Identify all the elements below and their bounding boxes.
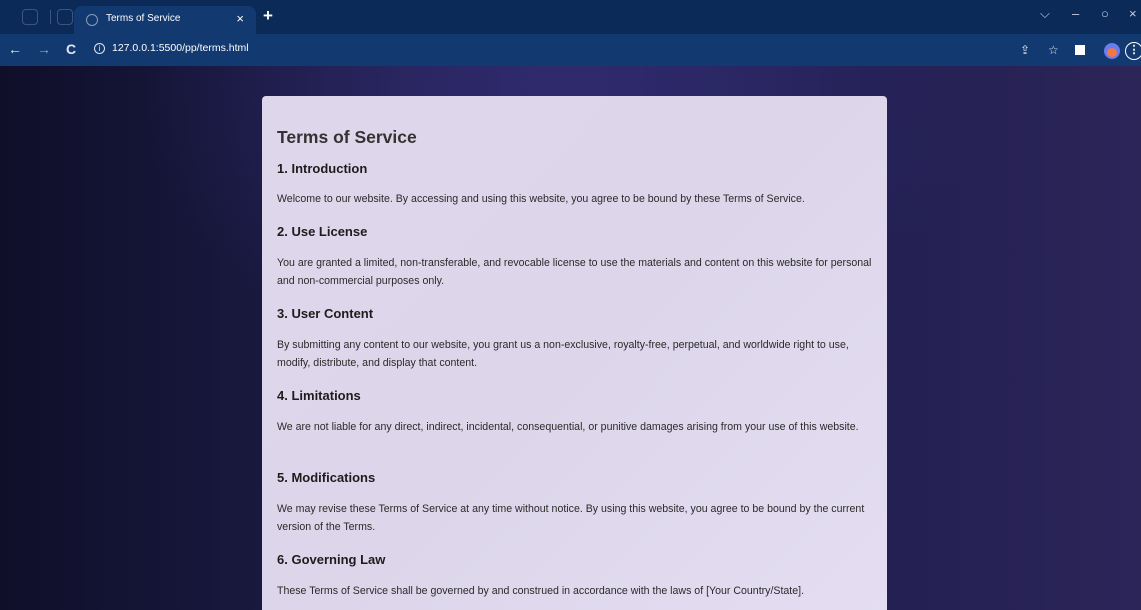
section-body-introduction: Welcome to our website. By accessing and… [277, 193, 805, 205]
section-heading-governing-law: 6. Governing Law [277, 552, 386, 567]
side-panel-icon[interactable] [1075, 45, 1085, 55]
close-window-button[interactable]: × [1129, 6, 1137, 21]
section-body-modifications: We may revise these Terms of Service at … [277, 503, 865, 533]
tab-terms-of-service[interactable]: Terms of Service × [74, 6, 256, 34]
tab-list-dropdown-icon[interactable]: ⌵ [1040, 6, 1050, 22]
terms-card: Terms of Service 1. Introduction Welcome… [262, 96, 887, 610]
section-heading-introduction: 1. Introduction [277, 161, 368, 176]
tab-strip-divider [50, 10, 51, 24]
profile-tab-icon[interactable] [22, 9, 38, 25]
profile-avatar-icon[interactable] [1104, 43, 1120, 59]
section-body-limitations: We are not liable for any direct, indire… [277, 421, 859, 433]
reload-button[interactable]: C [66, 41, 76, 57]
section-heading-use-license: 2. Use License [277, 224, 368, 239]
section-heading-limitations: 4. Limitations [277, 388, 361, 403]
site-info-icon[interactable]: i [94, 43, 105, 54]
new-tab-button[interactable]: + [263, 6, 273, 26]
address-bar[interactable]: i 127.0.0.1:5500/pp/terms.html [88, 39, 998, 61]
forward-button[interactable]: → [37, 41, 51, 57]
tab-strip: Terms of Service × + ⌵ – ○ × [0, 0, 1141, 34]
tab-close-button[interactable]: × [236, 11, 244, 26]
page-viewport: Terms of Service 1. Introduction Welcome… [0, 66, 1141, 610]
section-heading-user-content: 3. User Content [277, 306, 374, 321]
page-title: Terms of Service [277, 127, 417, 147]
share-icon[interactable]: ⇪ [1020, 43, 1030, 57]
tab-title: Terms of Service [106, 13, 181, 24]
section-body-governing-law: These Terms of Service shall be governed… [277, 585, 805, 597]
section-heading-modifications: 5. Modifications [277, 470, 376, 485]
toolbar: ← → C i 127.0.0.1:5500/pp/terms.html ⇪ ☆… [0, 34, 1141, 66]
browser-menu-icon[interactable]: ⋮ [1125, 42, 1141, 60]
back-button[interactable]: ← [8, 41, 22, 57]
bookmark-star-icon[interactable]: ☆ [1048, 43, 1059, 57]
section-body-use-license: You are granted a limited, non-transfera… [277, 257, 872, 287]
section-body-user-content: By submitting any content to our website… [277, 339, 849, 369]
restore-button[interactable]: ○ [1101, 6, 1109, 21]
minimize-button[interactable]: – [1072, 6, 1079, 21]
globe-icon [86, 14, 98, 26]
url-text[interactable]: 127.0.0.1:5500/pp/terms.html [112, 42, 249, 54]
tab-search-icon[interactable] [57, 9, 73, 25]
